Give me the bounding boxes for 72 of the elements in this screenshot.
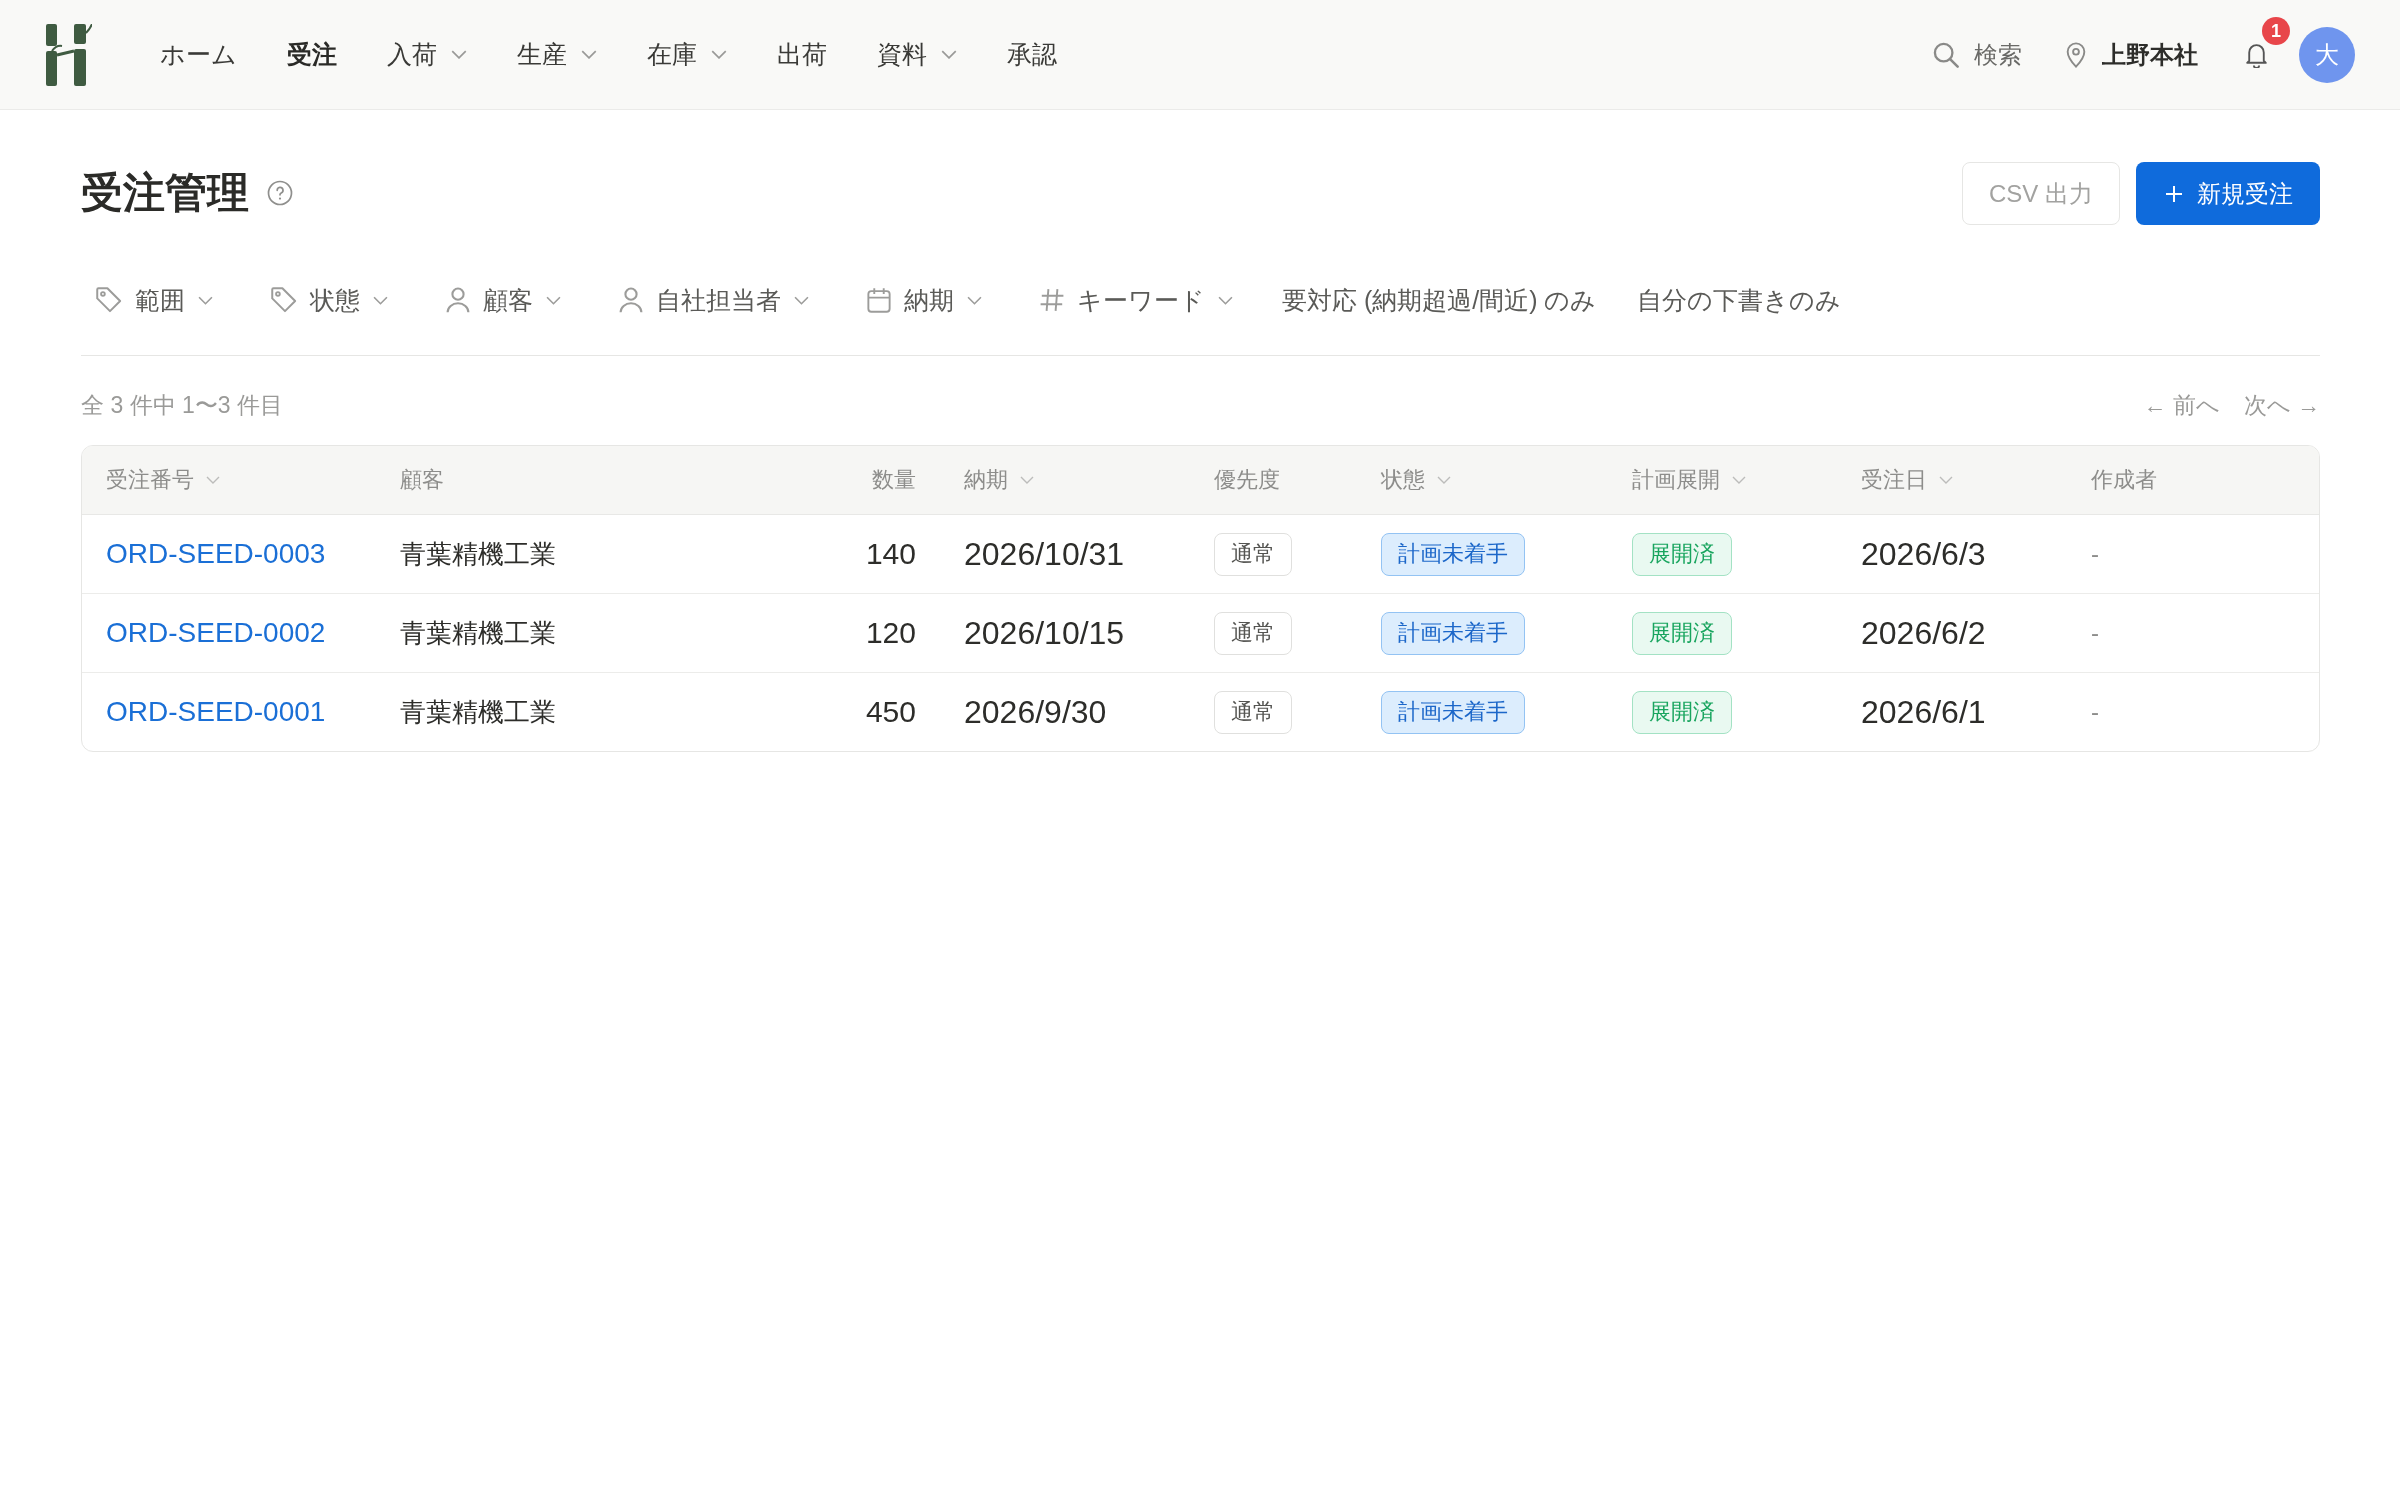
person-icon (446, 287, 470, 313)
hash-icon (1040, 288, 1064, 312)
column-header: 数量 (872, 467, 916, 492)
order-number-link[interactable]: ORD-SEED-0002 (106, 617, 326, 649)
filter-toggle[interactable]: 自分の下書きのみ (1630, 278, 1847, 322)
table-cell-text: - (2090, 539, 2100, 569)
filter-dropdown[interactable]: 状態 (256, 278, 403, 322)
column-header: 顧客 (400, 467, 444, 492)
nav-tab[interactable]: 生産 (517, 30, 597, 79)
table-cell-text: 2026/6/1 (1860, 692, 1987, 732)
plan-badge: 展開済 (1632, 611, 1732, 655)
notification-button[interactable] (2244, 41, 2269, 68)
help-icon[interactable] (267, 180, 293, 207)
table-cell-text: 120 (864, 615, 917, 651)
notification-count: 1 (2262, 17, 2290, 45)
plan-badge: 展開済 (1632, 690, 1732, 734)
page-title: 受注管理 (81, 168, 249, 219)
nav-tab[interactable]: ホーム (160, 30, 237, 79)
column-header: 優先度 (1214, 467, 1280, 492)
tag-icon (271, 287, 297, 313)
filter-dropdown[interactable]: キーワード (1025, 278, 1248, 322)
priority-badge: 通常 (1214, 690, 1292, 734)
nav-tab[interactable]: 承認 (1007, 30, 1057, 79)
priority-badge: 通常 (1214, 611, 1292, 655)
table-cell-text: 青葉精機工業 (399, 616, 557, 650)
order-number-link[interactable]: ORD-SEED-0003 (106, 538, 326, 570)
map-pin-icon (2066, 41, 2086, 68)
bamboo-logo (46, 23, 92, 86)
filter-dropdown[interactable]: 自社担当者 (604, 278, 824, 322)
location-selector[interactable]: 上野本社 (2066, 38, 2198, 71)
status-badge: 計画未着手 (1381, 690, 1525, 734)
filter-toggle[interactable]: 要対応 (納期超過/間近) のみ (1276, 278, 1603, 322)
status-badge: 計画未着手 (1381, 532, 1525, 576)
bell-icon (2244, 41, 2269, 68)
calendar-icon (867, 287, 891, 313)
order-number-link[interactable]: ORD-SEED-0001 (106, 696, 326, 728)
result-count: 全 3 件中 1〜3 件目 (81, 391, 283, 420)
table-cell-text: 2026/10/15 (963, 613, 1126, 653)
status-badge: 計画未着手 (1381, 611, 1525, 655)
table-cell-text: 2026/6/3 (1860, 534, 1987, 574)
search-button[interactable]: 検索 (1932, 38, 2022, 71)
chevron-down-icon (794, 295, 809, 305)
tag-icon (96, 287, 122, 313)
nav-tab[interactable]: 入荷 (387, 30, 467, 79)
table-cell-text: 青葉精機工業 (399, 537, 557, 571)
chevron-down-icon (1218, 295, 1233, 305)
table-cell-text: 2026/10/31 (963, 534, 1126, 574)
plan-badge: 展開済 (1632, 532, 1732, 576)
nav-tab[interactable]: 出荷 (777, 30, 827, 79)
person-icon (619, 287, 643, 313)
table-cell-text: - (2090, 618, 2100, 648)
chevron-down-icon (967, 295, 982, 305)
chevron-down-icon (198, 295, 213, 305)
nav-tab[interactable]: 受注 (287, 30, 337, 79)
table-cell-text: 140 (864, 536, 917, 572)
filter-dropdown[interactable]: 顧客 (431, 278, 576, 322)
filter-dropdown[interactable]: 納期 (852, 278, 997, 322)
column-header: 作成者 (2091, 467, 2157, 492)
plus-icon (2165, 184, 2183, 203)
table-cell-text: 450 (864, 694, 917, 730)
filter-dropdown[interactable]: 範囲 (81, 278, 228, 322)
chevron-down-icon (373, 295, 388, 305)
table-cell-text: 青葉精機工業 (399, 695, 557, 729)
table-cell-text: 2026/6/2 (1860, 613, 1987, 653)
priority-badge: 通常 (1214, 532, 1292, 576)
table-cell-text: 2026/9/30 (963, 692, 1108, 732)
nav-tab[interactable]: 在庫 (647, 30, 727, 79)
search-icon (1932, 40, 1960, 69)
table-cell-text: - (2090, 697, 2100, 727)
chevron-down-icon (546, 295, 561, 305)
new-order-button[interactable]: 新規受注 (2136, 162, 2320, 225)
nav-tab[interactable]: 資料 (877, 30, 957, 79)
